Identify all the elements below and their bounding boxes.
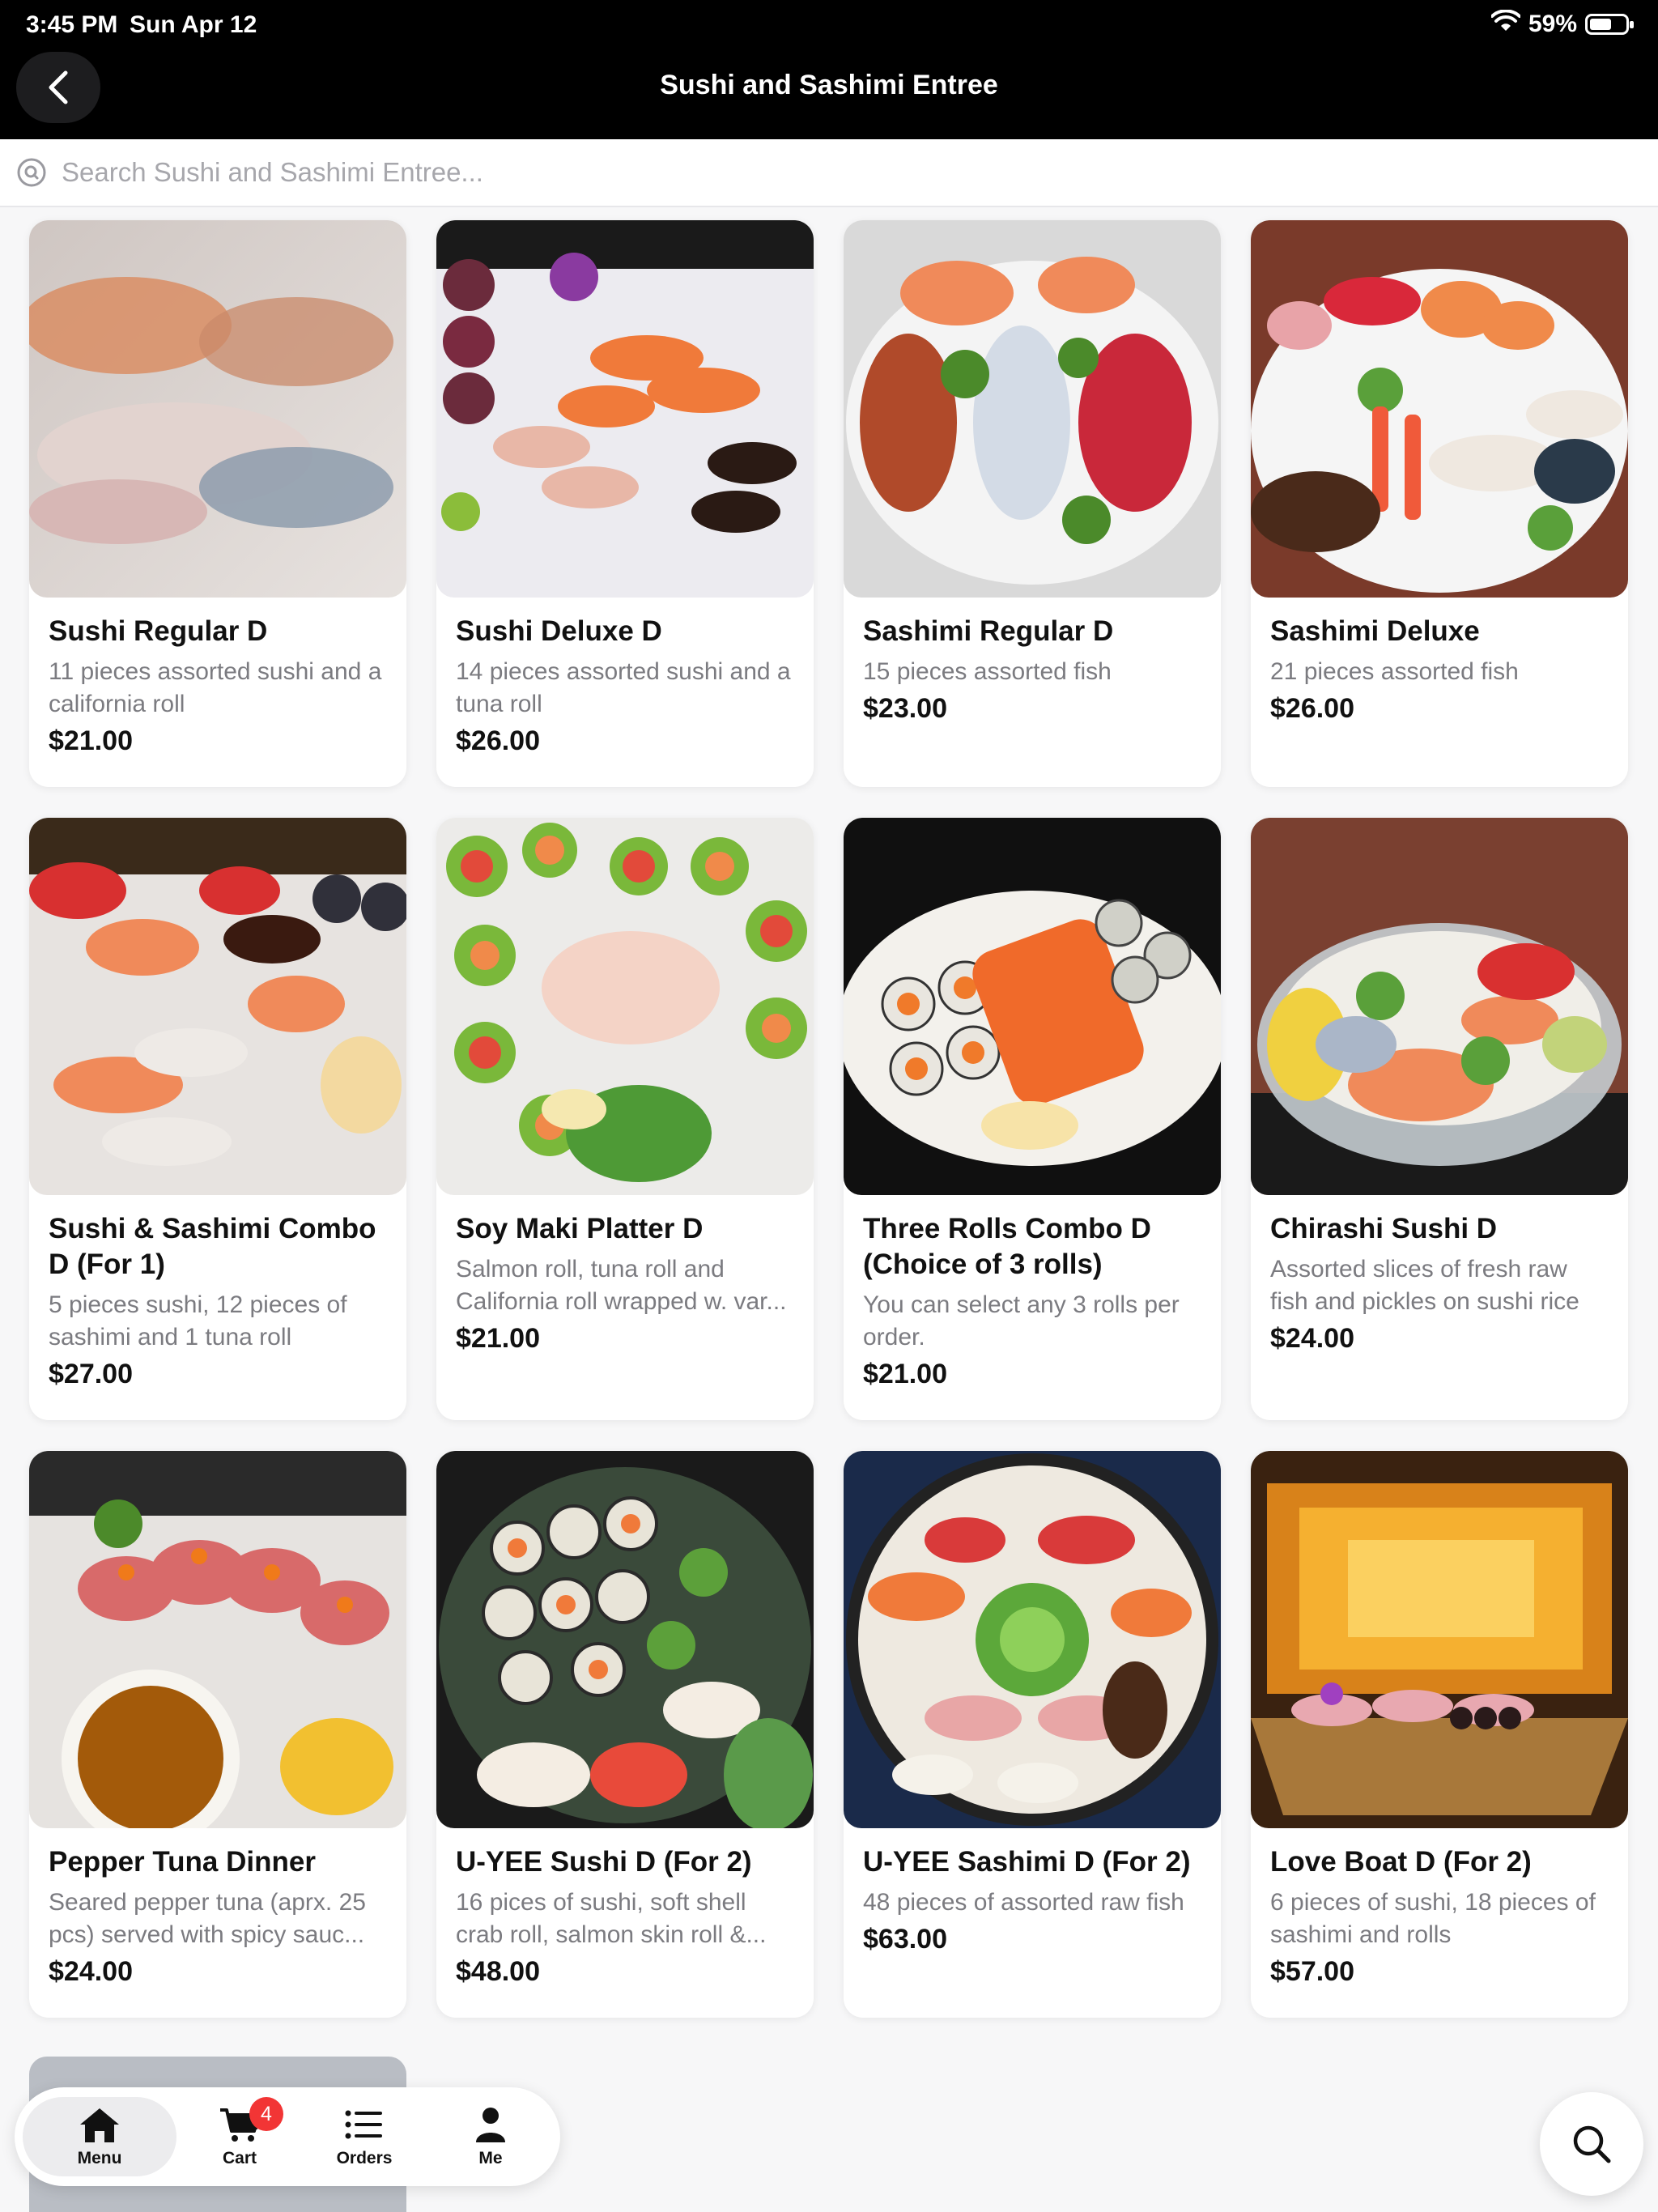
cart-badge: 4 <box>249 2097 283 2131</box>
item-name: U-YEE Sashimi D (For 2) <box>863 1846 1191 1878</box>
food-image <box>1251 818 1628 1195</box>
battery-percent: 59% <box>1528 11 1577 37</box>
food-image <box>436 220 814 598</box>
top-bar: 3:45 PM Sun Apr 12 59% Sushi and Sashimi… <box>0 0 1658 139</box>
menu-item-card[interactable]: Love Boat D (For 2) 6 pieces of sushi, 1… <box>1251 1451 1628 2018</box>
tab-cart[interactable]: Cart 4 <box>176 2097 303 2176</box>
bottom-tab-bar: Menu Cart 4 Orders Me <box>15 2087 560 2186</box>
item-description: 5 pieces sushi, 12 pieces of sashimi and… <box>49 1291 347 1351</box>
search-bar <box>0 139 1658 207</box>
status-indicators: 59% <box>1490 9 1634 39</box>
item-price: $24.00 <box>1270 1323 1354 1354</box>
food-image <box>436 1451 814 1828</box>
food-image <box>844 1451 1221 1828</box>
item-description: 6 pieces of sushi, 18 pieces of sashimi … <box>1270 1889 1596 1948</box>
menu-item-card[interactable]: Sashimi Deluxe 21 pieces assorted fish $… <box>1251 220 1628 787</box>
item-description: 15 pieces assorted fish <box>863 658 1112 685</box>
battery-icon <box>1585 14 1634 35</box>
item-name: Pepper Tuna Dinner <box>49 1846 316 1878</box>
food-image <box>29 1451 406 1828</box>
status-time: 3:45 PM <box>26 11 118 38</box>
item-name: Sushi Deluxe D <box>456 615 662 647</box>
item-name: Sushi Regular D <box>49 615 268 647</box>
item-description: 16 pices of sushi, soft shell crab roll,… <box>456 1889 767 1948</box>
item-price: $23.00 <box>863 693 947 724</box>
tab-orders[interactable]: Orders <box>301 2097 427 2176</box>
food-image <box>1251 220 1628 598</box>
food-image <box>436 818 814 1195</box>
item-name: Sushi & Sashimi Combo D (For 1) <box>49 1213 376 1280</box>
item-name: Soy Maki Platter D <box>456 1213 704 1244</box>
menu-item-card[interactable]: Soy Maki Platter D Salmon roll, tuna rol… <box>436 818 814 1420</box>
list-icon <box>345 2110 382 2139</box>
item-description: Assorted slices of fresh raw fish and pi… <box>1270 1256 1579 1315</box>
wifi-icon <box>1490 9 1521 39</box>
item-name: Chirashi Sushi D <box>1270 1213 1498 1244</box>
item-price: $21.00 <box>456 1323 540 1354</box>
page-title: Sushi and Sashimi Entree <box>660 70 998 100</box>
item-name: Sashimi Deluxe <box>1270 615 1480 647</box>
menu-item-card[interactable]: Pepper Tuna Dinner Seared pepper tuna (a… <box>29 1451 406 2018</box>
item-name: Three Rolls Combo D (Choice of 3 rolls) <box>863 1213 1151 1280</box>
food-image <box>29 818 406 1195</box>
menu-item-card[interactable]: U-YEE Sushi D (For 2) 16 pices of sushi,… <box>436 1451 814 2018</box>
item-price: $21.00 <box>49 725 133 756</box>
food-image <box>29 220 406 598</box>
item-price: $21.00 <box>863 1359 947 1389</box>
item-price: $48.00 <box>456 1956 540 1987</box>
item-description: 14 pieces assorted sushi and a tuna roll <box>456 658 791 717</box>
item-description: 21 pieces assorted fish <box>1270 658 1519 685</box>
menu-item-card[interactable]: Chirashi Sushi D Assorted slices of fres… <box>1251 818 1628 1420</box>
tab-menu-label: Menu <box>77 2149 122 2167</box>
status-date: Sun Apr 12 <box>130 11 257 38</box>
item-price: $63.00 <box>863 1924 947 1955</box>
item-price: $27.00 <box>49 1359 133 1389</box>
food-image <box>844 818 1221 1195</box>
tab-me[interactable]: Me <box>427 2097 554 2176</box>
menu-item-card[interactable]: Sashimi Regular D 15 pieces assorted fis… <box>844 220 1221 787</box>
item-price: $24.00 <box>49 1956 133 1987</box>
menu-item-card[interactable]: Sushi & Sashimi Combo D (For 1) 5 pieces… <box>29 818 406 1420</box>
person-icon <box>476 2108 505 2142</box>
item-description: 11 pieces assorted sushi and a californi… <box>49 658 382 717</box>
search-icon <box>1573 2125 1611 2163</box>
search-fab-button[interactable] <box>1540 2092 1643 2196</box>
item-description: 48 pieces of assorted raw fish <box>863 1889 1184 1916</box>
tab-menu[interactable]: Menu <box>23 2097 176 2176</box>
tab-orders-label: Orders <box>336 2149 393 2167</box>
search-input[interactable] <box>62 157 1600 188</box>
search-icon <box>16 157 47 188</box>
item-name: Love Boat D (For 2) <box>1270 1846 1532 1878</box>
food-image <box>1251 1451 1628 1828</box>
tab-me-label: Me <box>478 2149 503 2167</box>
food-image <box>844 220 1221 598</box>
item-price: $57.00 <box>1270 1956 1354 1987</box>
menu-item-card[interactable]: U-YEE Sashimi D (For 2) 48 pieces of ass… <box>844 1451 1221 2018</box>
screen: 3:45 PM Sun Apr 12 59% Sushi and Sashimi… <box>0 0 1658 2212</box>
item-description: You can select any 3 rolls per order. <box>863 1291 1180 1351</box>
menu-item-card[interactable]: Sushi Deluxe D 14 pieces assorted sushi … <box>436 220 814 787</box>
menu-item-card[interactable]: Three Rolls Combo D (Choice of 3 rolls) … <box>844 818 1221 1420</box>
item-description: Seared pepper tuna (aprx. 25 pcs) served… <box>49 1889 366 1948</box>
home-icon <box>80 2108 119 2142</box>
tab-cart-label: Cart <box>222 2149 257 2167</box>
item-name: U-YEE Sushi D (For 2) <box>456 1846 752 1878</box>
item-price: $26.00 <box>1270 693 1354 724</box>
menu-grid: Sushi Regular D 11 pieces assorted sushi… <box>29 220 1629 2018</box>
item-name: Sashimi Regular D <box>863 615 1114 647</box>
item-description: Salmon roll, tuna roll and California ro… <box>456 1256 787 1315</box>
menu-item-card[interactable]: Sushi Regular D 11 pieces assorted sushi… <box>29 220 406 787</box>
item-price: $26.00 <box>456 725 540 756</box>
